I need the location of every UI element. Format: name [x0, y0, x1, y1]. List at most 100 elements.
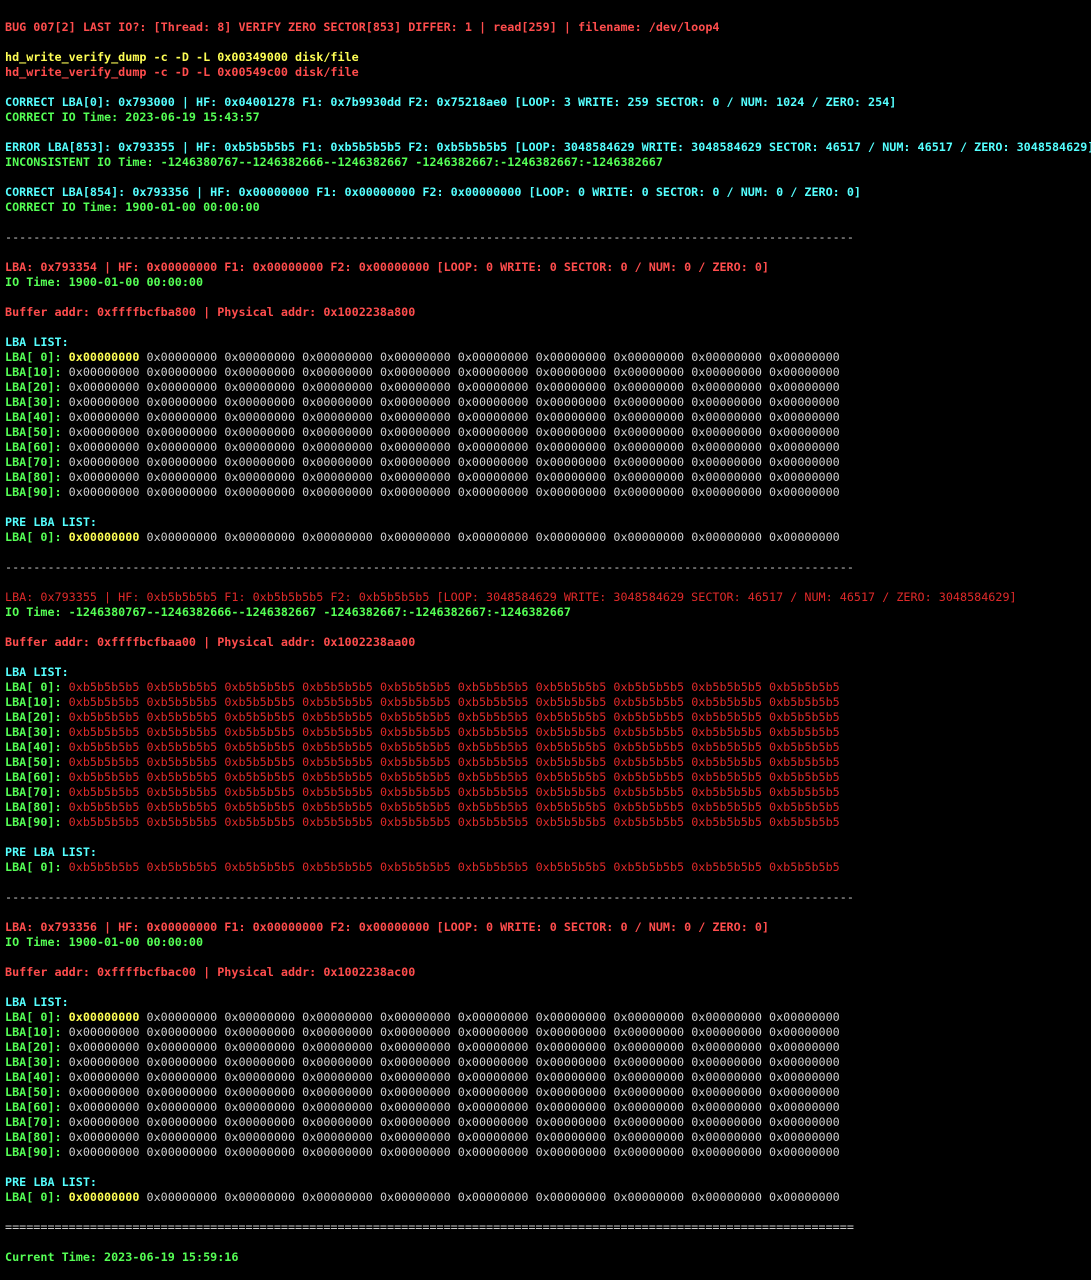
lba-row: LBA[60]: 0xb5b5b5b5 0xb5b5b5b5 0xb5b5b5b…	[5, 770, 1091, 785]
lba-row-first-value: 0xb5b5b5b5	[68, 800, 140, 814]
lba-row: LBA[50]: 0x00000000 0x00000000 0x0000000…	[5, 425, 1091, 440]
lba-row-first-value: 0xb5b5b5b5	[68, 725, 140, 739]
lba-row-label: LBA[40]:	[5, 740, 62, 754]
lba-row-values: 0x00000000 0x00000000 0x00000000 0x00000…	[146, 410, 840, 424]
lba-row: LBA[50]: 0x00000000 0x00000000 0x0000000…	[5, 1085, 1091, 1100]
lba-row-first-value: 0x00000000	[68, 1040, 140, 1054]
lba-row-label: LBA[90]:	[5, 485, 62, 499]
lba-row-first-value: 0xb5b5b5b5	[68, 785, 140, 799]
lba-row-first-value: 0x00000000	[68, 1055, 140, 1069]
summary-lba-line: ERROR LBA[853]: 0x793355 | HF: 0xb5b5b5b…	[5, 140, 1091, 154]
lba-row-label: LBA[30]:	[5, 395, 62, 409]
summary-time-line: INCONSISTENT IO Time: -1246380767--12463…	[5, 155, 663, 169]
section-divider: ----------------------------------------…	[5, 560, 854, 574]
bug-line: BUG 007[2] LAST IO?: [Thread: 8] VERIFY …	[5, 20, 720, 34]
section-divider: ----------------------------------------…	[5, 890, 854, 904]
lba-row: LBA[30]: 0xb5b5b5b5 0xb5b5b5b5 0xb5b5b5b…	[5, 725, 1091, 740]
lba-row-label: LBA[60]:	[5, 1100, 62, 1114]
lba-row-values: 0xb5b5b5b5 0xb5b5b5b5 0xb5b5b5b5 0xb5b5b…	[146, 695, 840, 709]
lba-list-title: LBA LIST:	[5, 995, 69, 1009]
lba-row: LBA[ 0]: 0xb5b5b5b5 0xb5b5b5b5 0xb5b5b5b…	[5, 680, 1091, 695]
lba-row-values: 0x00000000 0x00000000 0x00000000 0x00000…	[146, 1115, 840, 1129]
summary-time-line: CORRECT IO Time: 2023-06-19 15:43:57	[5, 110, 260, 124]
lba-row-first-value: 0x00000000	[68, 1085, 140, 1099]
lba-row-first-value: 0x00000000	[68, 380, 140, 394]
lba-row-first-value: 0xb5b5b5b5	[68, 680, 140, 694]
lba-row-values: 0x00000000 0x00000000 0x00000000 0x00000…	[146, 1025, 840, 1039]
lba-list-title: LBA LIST:	[5, 335, 69, 349]
lba-row-label: LBA[ 0]:	[5, 530, 62, 544]
lba-row-first-value: 0x00000000	[68, 1190, 140, 1204]
lba-row: LBA[70]: 0xb5b5b5b5 0xb5b5b5b5 0xb5b5b5b…	[5, 785, 1091, 800]
lba-row-label: LBA[70]:	[5, 455, 62, 469]
lba-row-values: 0xb5b5b5b5 0xb5b5b5b5 0xb5b5b5b5 0xb5b5b…	[146, 710, 840, 724]
lba-row-label: LBA[20]:	[5, 380, 62, 394]
lba-row-first-value: 0xb5b5b5b5	[68, 815, 140, 829]
lba-row-label: LBA[10]:	[5, 695, 62, 709]
lba-row-values: 0xb5b5b5b5 0xb5b5b5b5 0xb5b5b5b5 0xb5b5b…	[146, 680, 840, 694]
command-line: hd_write_verify_dump -c -D -L 0x00349000…	[5, 50, 359, 64]
lba-row-first-value: 0xb5b5b5b5	[68, 710, 140, 724]
terminal-window[interactable]: ----------------------------------------…	[0, 0, 1091, 1280]
buffer-address-line: Buffer addr: 0xffffbcfbac00 | Physical a…	[5, 965, 416, 979]
lba-row-values: 0xb5b5b5b5 0xb5b5b5b5 0xb5b5b5b5 0xb5b5b…	[146, 725, 840, 739]
lba-row-label: LBA[40]:	[5, 1070, 62, 1084]
lba-row: LBA[30]: 0x00000000 0x00000000 0x0000000…	[5, 1055, 1091, 1070]
lba-row-label: LBA[20]:	[5, 1040, 62, 1054]
lba-row-first-value: 0x00000000	[68, 1010, 140, 1024]
lba-row-values: 0x00000000 0x00000000 0x00000000 0x00000…	[146, 380, 840, 394]
lba-row-first-value: 0xb5b5b5b5	[68, 770, 140, 784]
lba-row: LBA[50]: 0xb5b5b5b5 0xb5b5b5b5 0xb5b5b5b…	[5, 755, 1091, 770]
lba-row-label: LBA[ 0]:	[5, 1190, 62, 1204]
lba-row-first-value: 0x00000000	[68, 1115, 140, 1129]
lba-row: LBA[10]: 0xb5b5b5b5 0xb5b5b5b5 0xb5b5b5b…	[5, 695, 1091, 710]
lba-row-values: 0xb5b5b5b5 0xb5b5b5b5 0xb5b5b5b5 0xb5b5b…	[146, 800, 840, 814]
lba-row-values: 0xb5b5b5b5 0xb5b5b5b5 0xb5b5b5b5 0xb5b5b…	[146, 770, 840, 784]
lba-row: LBA[90]: 0x00000000 0x00000000 0x0000000…	[5, 485, 1091, 500]
lba-row-values: 0x00000000 0x00000000 0x00000000 0x00000…	[146, 1055, 840, 1069]
lba-row-first-value: 0x00000000	[68, 1100, 140, 1114]
lba-row-first-value: 0x00000000	[68, 440, 140, 454]
lba-row: LBA[70]: 0x00000000 0x00000000 0x0000000…	[5, 455, 1091, 470]
lba-row-label: LBA[30]:	[5, 1055, 62, 1069]
lba-row: LBA[90]: 0x00000000 0x00000000 0x0000000…	[5, 1145, 1091, 1160]
block-header: LBA: 0x793355 | HF: 0xb5b5b5b5 F1: 0xb5b…	[5, 590, 1017, 604]
lba-row-values: 0xb5b5b5b5 0xb5b5b5b5 0xb5b5b5b5 0xb5b5b…	[146, 815, 840, 829]
lba-row: LBA[80]: 0x00000000 0x00000000 0x0000000…	[5, 1130, 1091, 1145]
lba-row-first-value: 0x00000000	[68, 485, 140, 499]
lba-row-values: 0x00000000 0x00000000 0x00000000 0x00000…	[146, 1190, 840, 1204]
lba-row-first-value: 0x00000000	[68, 365, 140, 379]
lba-row-values: 0x00000000 0x00000000 0x00000000 0x00000…	[146, 455, 840, 469]
lba-row-first-value: 0x00000000	[68, 395, 140, 409]
lba-row: LBA[20]: 0x00000000 0x00000000 0x0000000…	[5, 1040, 1091, 1055]
lba-row-first-value: 0xb5b5b5b5	[68, 755, 140, 769]
lba-row-first-value: 0xb5b5b5b5	[68, 695, 140, 709]
lba-row-label: LBA[10]:	[5, 365, 62, 379]
lba-row-first-value: 0x00000000	[68, 425, 140, 439]
lba-row-first-value: 0x00000000	[68, 530, 140, 544]
lba-row-values: 0x00000000 0x00000000 0x00000000 0x00000…	[146, 440, 840, 454]
block-io-time: IO Time: 1900-01-00 00:00:00	[5, 935, 204, 949]
final-divider: ========================================…	[5, 1220, 854, 1234]
lba-row: LBA[10]: 0x00000000 0x00000000 0x0000000…	[5, 1025, 1091, 1040]
lba-row-first-value: 0x00000000	[68, 1025, 140, 1039]
lba-row-label: LBA[ 0]:	[5, 350, 62, 364]
buffer-address-line: Buffer addr: 0xffffbcfba800 | Physical a…	[5, 305, 416, 319]
pre-lba-list-title: PRE LBA LIST:	[5, 1175, 97, 1189]
lba-row: LBA[60]: 0x00000000 0x00000000 0x0000000…	[5, 440, 1091, 455]
lba-row-label: LBA[50]:	[5, 1085, 62, 1099]
section-divider: ----------------------------------------…	[5, 230, 854, 244]
command-line: hd_write_verify_dump -c -D -L 0x00549c00…	[5, 65, 359, 79]
lba-row-values: 0x00000000 0x00000000 0x00000000 0x00000…	[146, 470, 840, 484]
lba-row-label: LBA[70]:	[5, 1115, 62, 1129]
pre-lba-list-title: PRE LBA LIST:	[5, 515, 97, 529]
lba-row: LBA[30]: 0x00000000 0x00000000 0x0000000…	[5, 395, 1091, 410]
block-io-time: IO Time: 1900-01-00 00:00:00	[5, 275, 204, 289]
lba-row-label: LBA[90]:	[5, 815, 62, 829]
lba-row-label: LBA[80]:	[5, 800, 62, 814]
lba-row-label: LBA[20]:	[5, 710, 62, 724]
block-header: LBA: 0x793354 | HF: 0x00000000 F1: 0x000…	[5, 260, 770, 274]
lba-row-first-value: 0x00000000	[68, 470, 140, 484]
lba-row-label: LBA[ 0]:	[5, 680, 62, 694]
lba-row: LBA[80]: 0xb5b5b5b5 0xb5b5b5b5 0xb5b5b5b…	[5, 800, 1091, 815]
